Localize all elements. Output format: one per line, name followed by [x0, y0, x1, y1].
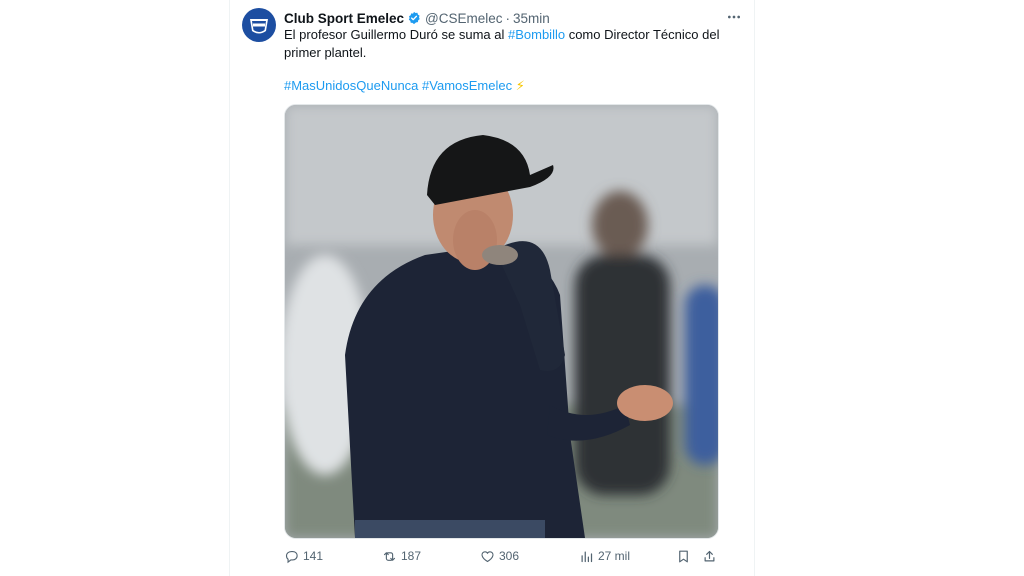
bookmark-button[interactable]	[676, 549, 691, 564]
hashtag-link[interactable]: #Bombillo	[508, 27, 565, 42]
reply-button[interactable]: 141	[284, 549, 323, 564]
repost-button[interactable]: 187	[382, 549, 421, 564]
bookmark-icon	[679, 550, 688, 562]
verified-badge-icon	[408, 11, 420, 25]
more-icon	[728, 15, 740, 19]
hashtag-link[interactable]: #MasUnidosQueNunca	[284, 78, 418, 93]
like-count: 306	[499, 549, 520, 563]
share-button[interactable]	[702, 549, 717, 564]
photo-illustration	[285, 105, 718, 538]
like-button[interactable]: 306	[480, 549, 519, 564]
tweet-text-part1: El profesor Guillermo Duró se suma al	[284, 27, 508, 42]
reply-icon	[285, 550, 298, 563]
repost-icon	[383, 551, 396, 561]
hashtags: #MasUnidosQueNunca #VamosEmelec ⚡	[284, 77, 525, 95]
tweet-card[interactable]: Club Sport Emelec @CSEmelec · 35min El p…	[229, 0, 755, 576]
tweet-photo[interactable]	[284, 104, 719, 539]
handle[interactable]: @CSEmelec	[425, 11, 502, 26]
lightning-emoji: ⚡	[515, 78, 525, 93]
hashtag-link[interactable]: #VamosEmelec	[422, 78, 512, 93]
views-button[interactable]: 27 mil	[579, 549, 630, 564]
emelec-logo-icon	[250, 19, 268, 34]
display-name[interactable]: Club Sport Emelec	[284, 11, 404, 26]
views-icon	[581, 551, 593, 562]
reply-count: 141	[303, 549, 324, 563]
avatar[interactable]	[242, 8, 276, 42]
action-bar: 141 187 306 27 mil	[284, 545, 720, 567]
tweet-text: El profesor Guillermo Duró se suma al #B…	[284, 26, 724, 62]
tweet-header: Club Sport Emelec @CSEmelec · 35min	[284, 9, 742, 27]
share-icon	[704, 550, 715, 561]
repost-count: 187	[401, 549, 422, 563]
more-options-button[interactable]	[724, 8, 744, 26]
views-count: 27 mil	[598, 549, 631, 563]
separator: ·	[505, 10, 511, 26]
timestamp[interactable]: 35min	[513, 11, 550, 26]
like-icon	[481, 550, 494, 562]
